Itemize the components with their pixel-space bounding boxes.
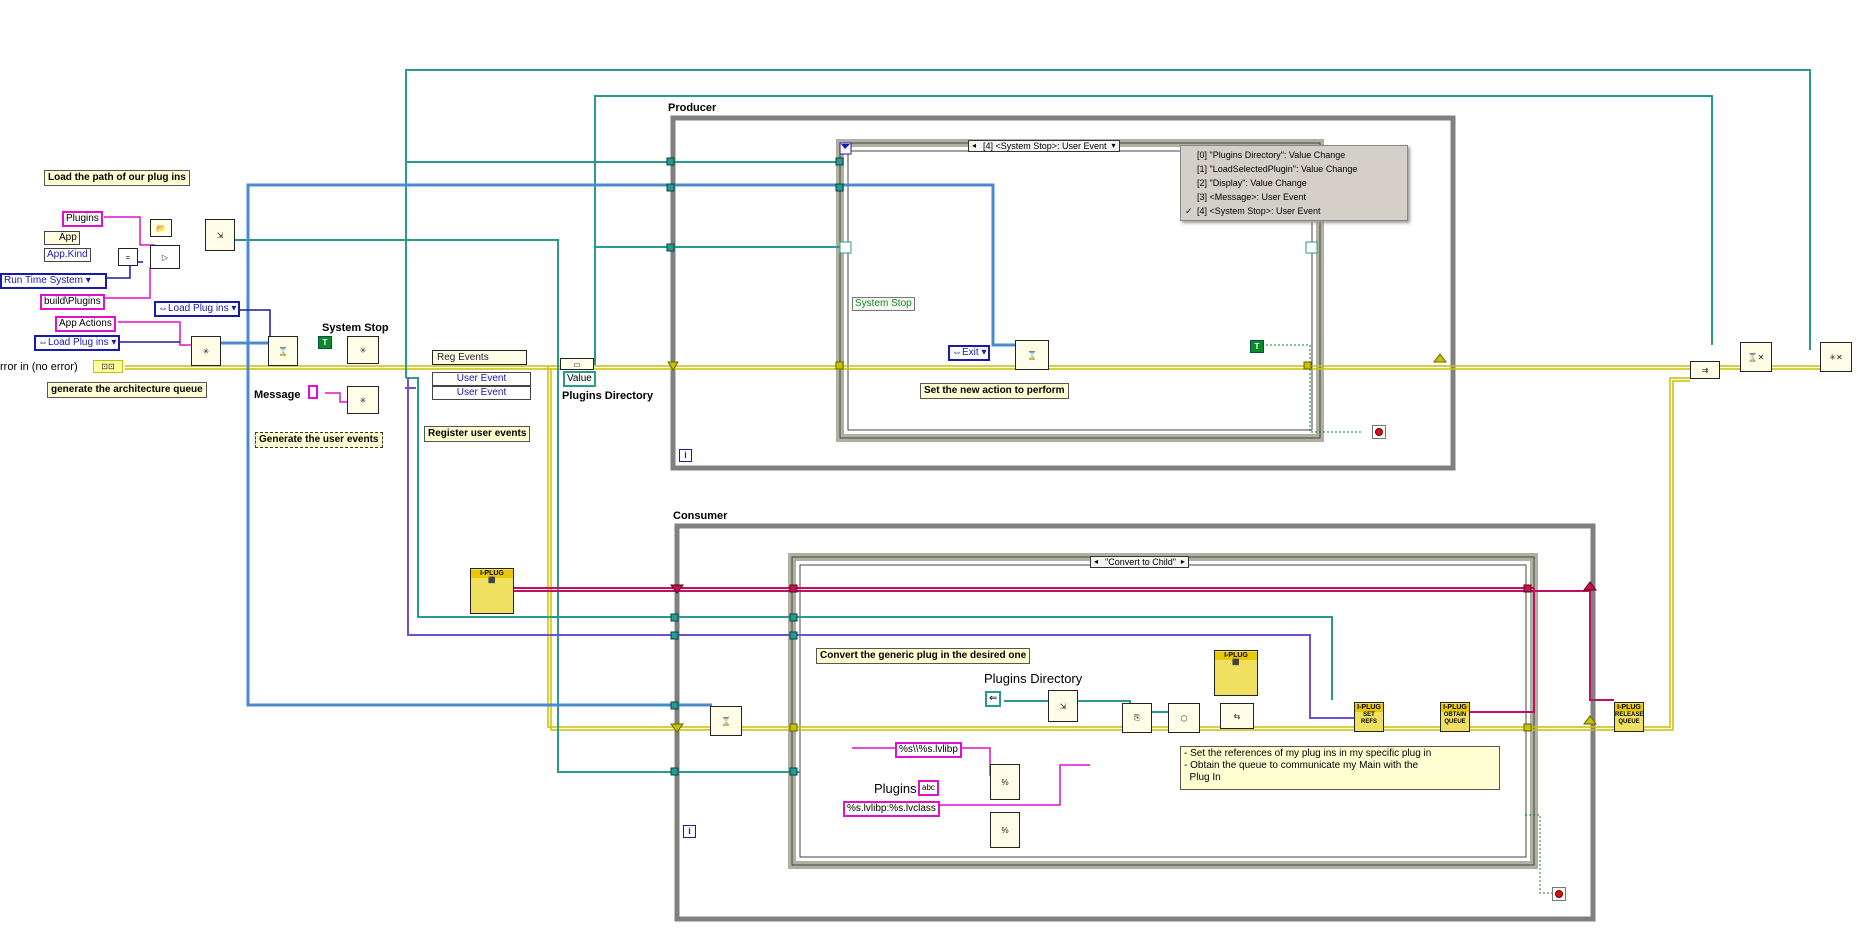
iplug-class-constant-2[interactable]: I-PLUG ⬛ bbox=[1214, 650, 1258, 696]
case-selector-label: "Convert to Child" bbox=[1105, 557, 1176, 567]
event-case-selector[interactable]: ◂ [4] <System Stop>: User Event ▾ bbox=[968, 140, 1120, 152]
event-prev-arrow-icon[interactable]: ◂ bbox=[972, 141, 976, 151]
plugins-string-control[interactable]: abc bbox=[918, 780, 939, 796]
plugins-directory-control-ref[interactable]: ▭ bbox=[560, 358, 594, 370]
build-path-icon[interactable]: ⇲ bbox=[205, 219, 235, 251]
event-case-option-2[interactable]: [2] "Display": Value Change bbox=[1181, 176, 1407, 190]
equal-compare-icon[interactable]: = bbox=[118, 248, 138, 266]
format-into-string-2[interactable]: % bbox=[990, 812, 1020, 848]
plugins-directory-value-property[interactable]: Value bbox=[563, 371, 596, 387]
message-label: Message bbox=[254, 389, 301, 401]
load-plug-ins-enum-1[interactable]: ⇔Load Plug ins ▾ bbox=[154, 301, 241, 317]
event-cases-dropdown-menu[interactable]: [0] "Plugins Directory": Value Change [1… bbox=[1180, 145, 1408, 221]
event-case-option-1[interactable]: [1] "LoadSelectedPlugin": Value Change bbox=[1181, 162, 1407, 176]
system-stop-label: System Stop bbox=[322, 322, 389, 334]
comment-architecture-queue: generate the architecture queue bbox=[47, 382, 207, 398]
cluster-bundle-icon[interactable]: ✳ bbox=[191, 336, 221, 366]
comment-generate-user-events: Generate the user events bbox=[255, 432, 383, 448]
event-case-option-4[interactable]: ✓ [4] <System Stop>: User Event bbox=[1181, 204, 1407, 218]
format-lvclass-string[interactable]: %s.lvlibp:%s.lvclass bbox=[843, 801, 940, 817]
build-plugins-string-const[interactable]: build\Plugins bbox=[40, 294, 105, 310]
user-event-input-2[interactable]: User Event bbox=[432, 386, 531, 400]
set-refs-subvi[interactable]: I-PLUG SET REFS bbox=[1354, 702, 1384, 732]
app-property-node[interactable]: App bbox=[44, 231, 80, 245]
plugins-directory-local[interactable]: ⇐ bbox=[985, 691, 1002, 707]
case-selector[interactable]: ◂ "Convert to Child" ▸ bbox=[1090, 556, 1189, 568]
create-user-event-message[interactable]: ✳ bbox=[347, 386, 379, 414]
comment-load-path: Load the path of our plug ins bbox=[44, 170, 190, 186]
obtain-queue-subvi[interactable]: I-PLUG OBTAIN QUEUE bbox=[1440, 702, 1470, 732]
format-into-string-1[interactable]: % bbox=[990, 764, 1020, 800]
plugins-string-const[interactable]: Plugins bbox=[62, 211, 103, 227]
dropdown-arrow-icon: ▾ bbox=[85, 275, 91, 286]
stop-true-const[interactable]: T bbox=[1250, 340, 1264, 353]
iplug-class-constant[interactable]: I-PLUG ⬛ bbox=[470, 568, 514, 614]
event-case-option-3[interactable]: [3] <Message>: User Event bbox=[1181, 190, 1407, 204]
run-time-system-enum[interactable]: Run Time System ▾ bbox=[0, 273, 107, 289]
consumer-loop-label: Consumer bbox=[673, 510, 728, 522]
plugins-consumer-label: Plugins bbox=[874, 781, 917, 796]
producer-iteration-icon: i bbox=[679, 449, 692, 462]
app-ref-label: App bbox=[59, 232, 77, 243]
load-plug-ins-enum-2[interactable]: ⇔Load Plug ins ▾ bbox=[34, 335, 121, 351]
event-case-option-0[interactable]: [0] "Plugins Directory": Value Change bbox=[1181, 148, 1407, 162]
plugins-directory-label: Plugins Directory bbox=[562, 390, 654, 402]
enqueue-element-icon[interactable]: ⌛ bbox=[1015, 340, 1049, 370]
to-more-specific-class-icon[interactable]: ⇆ bbox=[1220, 703, 1254, 729]
checkmark-icon: ✓ bbox=[1185, 206, 1193, 216]
comment-set-new-action: Set the new action to perform bbox=[920, 383, 1069, 399]
case-prev-arrow-icon[interactable]: ◂ bbox=[1094, 557, 1098, 567]
error-in-cluster[interactable]: ⊡⊡ bbox=[93, 360, 123, 373]
consumer-stop-terminal[interactable] bbox=[1552, 887, 1566, 901]
system-stop-bool-const[interactable]: T bbox=[318, 336, 332, 349]
producer-loop-label: Producer bbox=[668, 102, 717, 114]
register-for-events-node[interactable]: Reg Events bbox=[432, 350, 527, 365]
exit-enum-const[interactable]: ⇔Exit ▾ bbox=[948, 345, 991, 361]
event-next-arrow-icon[interactable]: ▾ bbox=[1112, 141, 1116, 151]
event-case-selector-label: [4] <System Stop>: User Event bbox=[983, 141, 1107, 151]
get-lvclass-path-icon[interactable]: ⎘ bbox=[1122, 703, 1152, 733]
build-path-consumer-icon[interactable]: ⇲ bbox=[1048, 690, 1078, 722]
destroy-user-event-icon[interactable]: ✳✕ bbox=[1820, 342, 1852, 372]
message-string-const[interactable] bbox=[308, 385, 318, 399]
comment-convert-generic-plug: Convert the generic plug in the desired … bbox=[816, 648, 1031, 664]
producer-stop-terminal[interactable] bbox=[1372, 425, 1386, 439]
comment-set-references: - Set the references of my plug ins in m… bbox=[1180, 746, 1500, 790]
create-user-event-system-stop[interactable]: ✳ bbox=[347, 336, 379, 364]
reg-events-label: Reg Events bbox=[437, 352, 489, 363]
merge-errors-icon[interactable]: ⇉ bbox=[1690, 361, 1720, 379]
release-queue-subvi[interactable]: I-PLUG RELEASE QUEUE bbox=[1614, 702, 1644, 732]
format-lvlibp-string[interactable]: %s\\%s.lvlibp bbox=[895, 742, 962, 758]
app-kind-property[interactable]: App.Kind bbox=[44, 248, 91, 262]
get-lvclass-default-value-icon[interactable]: ⬡ bbox=[1168, 703, 1200, 733]
dequeue-element-icon[interactable]: ⌛ bbox=[710, 706, 742, 736]
error-in-label: rror in (no error) bbox=[0, 361, 78, 373]
comment-register-user-events: Register user events bbox=[424, 426, 531, 442]
app-actions-string-const[interactable]: App Actions bbox=[55, 316, 116, 332]
current-vi-path-icon[interactable]: 📂 bbox=[150, 219, 172, 237]
select-icon[interactable]: ▷ bbox=[150, 245, 180, 269]
consumer-iteration-icon: i bbox=[683, 825, 696, 838]
run-time-system-label: Run Time System bbox=[4, 275, 83, 286]
case-next-arrow-icon[interactable]: ▸ bbox=[1181, 557, 1185, 567]
system-stop-event-data: System Stop bbox=[852, 297, 915, 311]
user-event-input-1[interactable]: User Event bbox=[432, 372, 531, 386]
release-queue-icon[interactable]: ⌛✕ bbox=[1740, 342, 1772, 372]
plugins-directory-consumer-label: Plugins Directory bbox=[984, 671, 1083, 686]
obtain-queue-icon[interactable]: ⌛ bbox=[268, 336, 298, 366]
